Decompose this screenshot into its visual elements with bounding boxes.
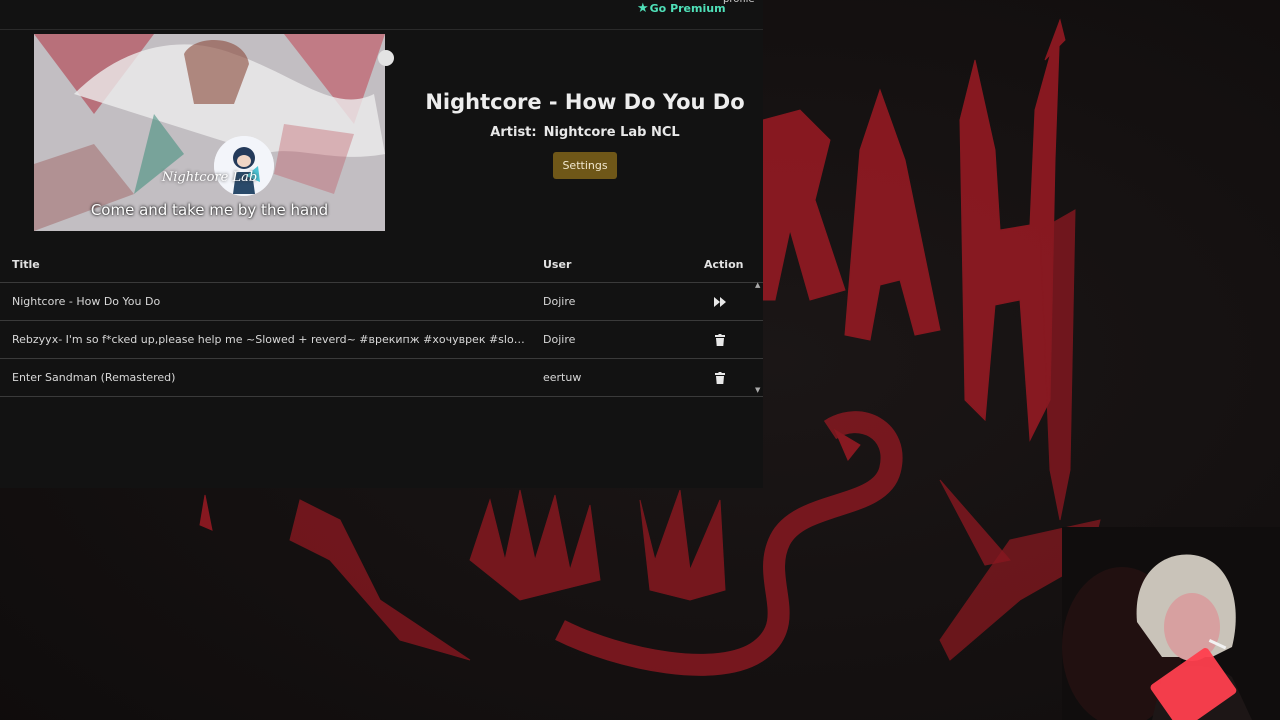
go-premium-link[interactable]: ★ Go Premium: [637, 1, 726, 16]
trash-icon[interactable]: [713, 371, 727, 385]
artist-line: Artist: Nightcore Lab NCL: [400, 125, 770, 140]
column-title: Title: [12, 258, 40, 271]
song-title: Nightcore - How Do You Do: [425, 90, 745, 114]
trash-icon[interactable]: [713, 333, 727, 347]
artist-label: Artist:: [490, 125, 537, 140]
queue-row-user: eertuw: [543, 371, 582, 384]
music-widget-panel: ★ Go Premium profile Nightcore Lab: [0, 0, 763, 488]
queue-row: Enter Sandman (Remastered) eertuw: [0, 359, 763, 397]
thumbnail-channel-name: Nightcore Lab: [161, 170, 258, 185]
column-user: User: [543, 258, 572, 271]
queue-row-user: Dojire: [543, 295, 576, 308]
artist-name: Nightcore Lab NCL: [543, 125, 680, 140]
queue-row: Rebzyyx- I'm so f*cked up,please help me…: [0, 321, 763, 359]
skip-forward-icon[interactable]: [713, 295, 727, 309]
scroll-up-arrow[interactable]: ▲: [755, 281, 760, 289]
queue-row-user: Dojire: [543, 333, 576, 346]
queue-row-title: Nightcore - How Do You Do: [12, 295, 161, 308]
thumbnail-lyric: Come and take me by the hand: [90, 201, 329, 219]
queue-header: Title User Action: [0, 246, 763, 283]
star-icon: ★: [637, 1, 649, 16]
volume-slider-knob[interactable]: [378, 50, 394, 66]
column-action: Action: [704, 258, 744, 271]
top-bar: ★ Go Premium profile: [0, 0, 763, 30]
now-playing-thumbnail: Nightcore Lab Come and take me by the ha…: [34, 34, 385, 231]
scroll-down-arrow[interactable]: ▼: [755, 386, 760, 394]
queue-row: Nightcore - How Do You Do Dojire: [0, 283, 763, 321]
webcam-overlay: [1062, 527, 1280, 720]
queue-row-title: Enter Sandman (Remastered): [12, 371, 176, 384]
queue-row-title: Rebzyyx- I'm so f*cked up,please help me…: [12, 333, 527, 346]
go-premium-label: Go Premium: [649, 2, 726, 15]
queue-table: Title User Action Nightcore - How Do You…: [0, 246, 763, 397]
settings-button[interactable]: Settings: [553, 152, 617, 179]
profile-link[interactable]: profile: [723, 0, 755, 5]
channel-avatar: [214, 136, 274, 196]
